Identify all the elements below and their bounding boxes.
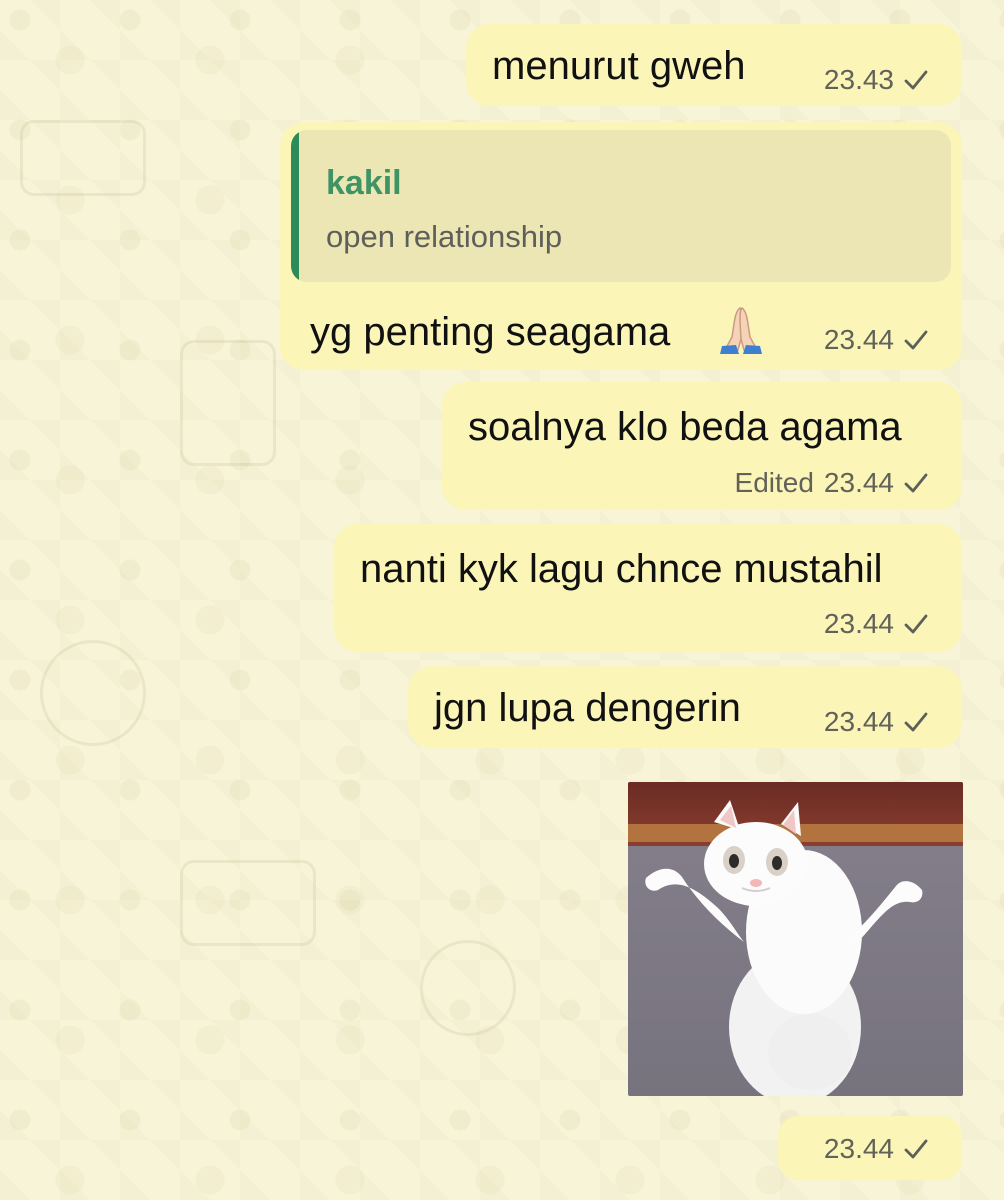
message-text: yg penting seagama bbox=[310, 310, 671, 354]
message-meta: 23.44 bbox=[824, 608, 928, 640]
message-text: soalnya klo beda agama bbox=[468, 405, 902, 449]
message-text: nanti kyk lagu chnce mustahil bbox=[360, 547, 883, 591]
cat-image bbox=[628, 782, 963, 1096]
reply-snippet: open relationship bbox=[326, 219, 563, 254]
single-check-icon bbox=[904, 329, 928, 351]
reply-accent-bar bbox=[291, 130, 299, 282]
single-check-icon bbox=[904, 613, 928, 635]
media-timestamp-bubble[interactable]: 23.44 bbox=[778, 1116, 962, 1180]
message-meta: 23.43 bbox=[824, 64, 928, 96]
message-bubble-1[interactable]: menurut gweh 23.43 bbox=[466, 24, 962, 106]
wallpaper-doodle-3 bbox=[40, 640, 146, 746]
single-check-icon bbox=[904, 69, 928, 91]
message-meta: 23.44 bbox=[824, 324, 928, 356]
message-time: 23.43 bbox=[823, 64, 894, 95]
message-bubble-2[interactable]: kakil open relationship yg penting seaga… bbox=[280, 122, 962, 370]
single-check-icon bbox=[904, 472, 928, 494]
message-text: menurut gweh bbox=[492, 44, 746, 88]
message-text: jgn lupa dengerin bbox=[434, 686, 741, 730]
message-time: 23.44 bbox=[823, 324, 894, 355]
wallpaper-doodle-4 bbox=[180, 860, 316, 946]
edited-label: Edited bbox=[734, 467, 814, 498]
message-meta: 23.44 bbox=[824, 706, 928, 738]
cat-photo[interactable] bbox=[628, 782, 963, 1096]
reply-preview[interactable]: kakil open relationship bbox=[291, 130, 951, 282]
message-time: 23.44 bbox=[823, 706, 894, 737]
reply-author: kakil bbox=[326, 164, 402, 202]
message-time: 23.44 bbox=[823, 608, 894, 639]
message-meta: 23.44 bbox=[824, 1133, 928, 1165]
message-bubble-3[interactable]: soalnya klo beda agama Edited 23.44 bbox=[442, 382, 962, 510]
message-bubble-5[interactable]: jgn lupa dengerin 23.44 bbox=[408, 666, 962, 748]
message-time: 23.44 bbox=[823, 1133, 894, 1164]
message-meta: Edited 23.44 bbox=[735, 467, 928, 499]
wallpaper-doodle-5 bbox=[420, 940, 516, 1036]
wallpaper-doodle-2 bbox=[180, 340, 276, 466]
single-check-icon bbox=[904, 711, 928, 733]
wallpaper-doodle-1 bbox=[20, 120, 146, 196]
folded-hands-emoji bbox=[710, 304, 772, 354]
message-time: 23.44 bbox=[823, 467, 894, 498]
message-bubble-4[interactable]: nanti kyk lagu chnce mustahil 23.44 bbox=[334, 524, 962, 652]
single-check-icon bbox=[904, 1138, 928, 1160]
